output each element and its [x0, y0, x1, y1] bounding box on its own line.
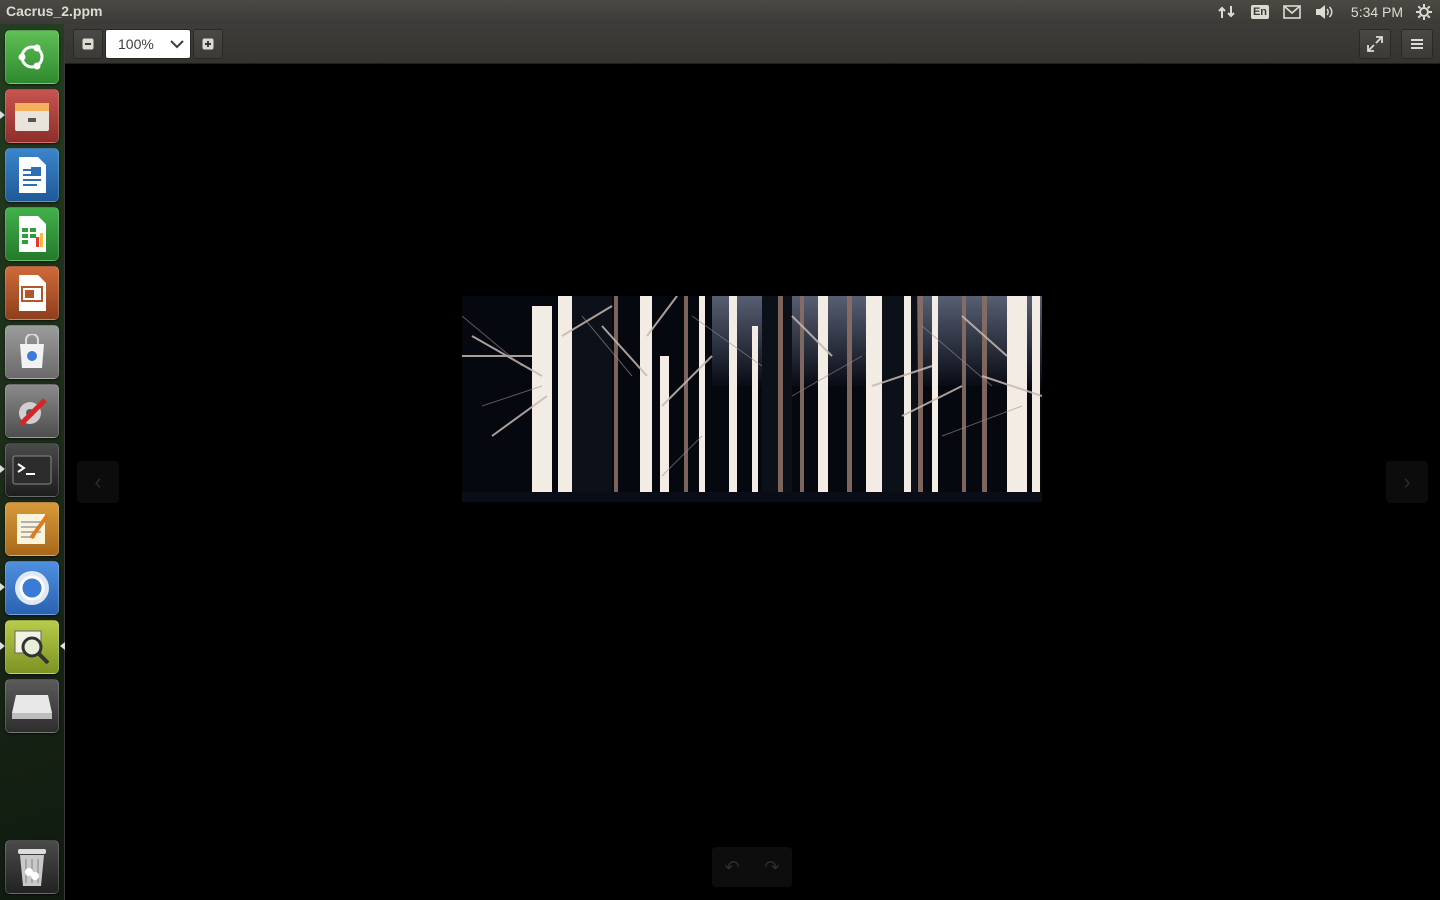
launcher-libreoffice-writer[interactable]: [5, 148, 59, 202]
chromium-icon: [15, 571, 49, 605]
plus-icon: [202, 38, 214, 50]
notepad-pencil-icon: [17, 514, 49, 544]
file-cabinet-icon: [15, 103, 49, 131]
launcher-system-settings[interactable]: [5, 384, 59, 438]
launcher-libreoffice-calc[interactable]: [5, 207, 59, 261]
window-title: Cacrus_2.ppm: [6, 3, 103, 19]
launcher-software-center[interactable]: [5, 325, 59, 379]
rotate-left-button[interactable]: ↶: [712, 847, 752, 887]
terminal-icon: [12, 455, 52, 485]
rotate-left-icon: ↶: [724, 856, 740, 877]
launcher-chromium[interactable]: [5, 561, 59, 615]
clock[interactable]: 5:34 PM: [1350, 2, 1404, 22]
launcher-text-editor[interactable]: [5, 502, 59, 556]
zoom-out-button[interactable]: [73, 29, 103, 59]
settings-wrench-icon: [19, 398, 47, 426]
image-canvas[interactable]: ‹ › ↶ ↷: [65, 64, 1440, 900]
launcher-files[interactable]: [5, 89, 59, 143]
launcher-libreoffice-impress[interactable]: [5, 266, 59, 320]
chevron-left-icon: ‹: [94, 469, 102, 494]
ubuntu-logo-icon: [18, 44, 44, 70]
launcher-drive[interactable]: [5, 679, 59, 733]
rotate-right-icon: ↷: [764, 856, 780, 877]
chevron-down-icon[interactable]: [168, 35, 186, 53]
displayed-image: [462, 296, 1042, 502]
power-gear-icon[interactable]: [1414, 2, 1434, 22]
trash-icon: [18, 849, 46, 886]
calc-spreadsheet-icon: [19, 216, 46, 252]
keyboard-layout-label: En: [1250, 5, 1270, 19]
image-viewer-toolbar: 100%: [65, 24, 1440, 64]
rotate-right-button[interactable]: ↷: [752, 847, 792, 887]
app-menu-button[interactable]: [1401, 29, 1433, 59]
mail-icon[interactable]: [1282, 2, 1302, 22]
hamburger-menu-icon: [1411, 39, 1423, 49]
shopping-bag-icon: [20, 334, 44, 368]
keyboard-layout-indicator[interactable]: En: [1250, 2, 1270, 22]
impress-presentation-icon: [19, 275, 46, 311]
network-updown-icon[interactable]: [1216, 2, 1238, 22]
zoom-level-combo[interactable]: 100%: [105, 29, 191, 59]
minus-icon: [82, 38, 94, 50]
fullscreen-button[interactable]: [1359, 29, 1391, 59]
launcher-trash[interactable]: [5, 840, 59, 894]
launcher-ubuntu-dash[interactable]: [5, 30, 59, 84]
birch-forest-image: [462, 296, 1042, 502]
launcher-image-viewer[interactable]: [5, 620, 59, 674]
chevron-right-icon: ›: [1403, 469, 1411, 494]
previous-image-button[interactable]: ‹: [77, 461, 119, 503]
volume-icon[interactable]: [1313, 2, 1335, 22]
rotate-controls: ↶ ↷: [712, 847, 792, 887]
launcher: [0, 24, 65, 900]
image-viewer-magnifier-icon: [14, 630, 50, 665]
zoom-in-button[interactable]: [193, 29, 223, 59]
writer-document-icon: [19, 157, 46, 193]
drive-icon: [12, 695, 52, 719]
next-image-button[interactable]: ›: [1386, 461, 1428, 503]
top-panel: Cacrus_2.ppm En 5:34 PM: [0, 0, 1440, 24]
zoom-value[interactable]: 100%: [118, 36, 166, 52]
fullscreen-icon: [1367, 36, 1383, 52]
launcher-terminal[interactable]: [5, 443, 59, 497]
